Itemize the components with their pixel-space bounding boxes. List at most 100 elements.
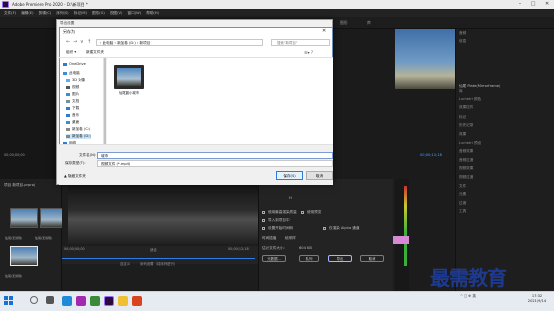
- export-range-bar[interactable]: [62, 258, 255, 259]
- checkbox[interactable]: [262, 219, 265, 222]
- video-icon: [66, 86, 70, 89]
- right-panel-item[interactable]: 库: [459, 89, 463, 94]
- queue-button[interactable]: 队列: [299, 255, 319, 262]
- windows-start-icon[interactable]: [4, 296, 13, 305]
- menu-window[interactable]: 窗口(W): [128, 9, 142, 17]
- close-icon[interactable]: ✕: [322, 28, 326, 34]
- tl-start-timecode: 00;00;00;00: [64, 247, 85, 251]
- right-panel-item[interactable]: 过渡: [459, 201, 466, 206]
- right-panel-item[interactable]: 效果: [459, 132, 466, 137]
- right-panel-item[interactable]: 文件: [459, 184, 466, 189]
- menu-clip[interactable]: 剪辑(C): [39, 9, 52, 17]
- task-view-icon[interactable]: [46, 296, 54, 304]
- sidebar-item-onedrive[interactable]: OneDrive: [63, 62, 86, 66]
- filename-input[interactable]: 城市: [97, 152, 333, 159]
- right-panel: 仙尾 Plate(Mirrorframe) 音频 信息库 Lumetri 颜色 效果控…: [455, 29, 554, 291]
- folder-icon[interactable]: [118, 296, 128, 306]
- sidebar-item-3d[interactable]: 3D 对象: [66, 78, 85, 83]
- edge-icon[interactable]: [62, 296, 72, 306]
- project-thumbnail-selected[interactable]: [10, 246, 38, 266]
- right-panel-item[interactable]: 标记: [459, 115, 466, 120]
- system-tray[interactable]: ^ ◻ ⊕ 英: [460, 294, 476, 299]
- save-button[interactable]: 保存(S): [276, 171, 303, 180]
- right-panel-item[interactable]: Lumetri 预设: [459, 141, 481, 146]
- menu-edit[interactable]: 编辑(E): [21, 9, 33, 17]
- tl-fit-select[interactable]: 适合: [150, 247, 157, 252]
- clock[interactable]: 17:32 2021/9/14: [520, 294, 554, 304]
- metadata-button[interactable]: 元数据...: [262, 255, 286, 262]
- right-panel-item[interactable]: 效果控件: [459, 105, 473, 110]
- format-label: H: [289, 196, 292, 200]
- checkbox[interactable]: [323, 227, 326, 230]
- export-button[interactable]: 导出: [328, 255, 352, 262]
- cancel-export-button[interactable]: 取消: [360, 255, 384, 262]
- sidebar-item-label: 新加卷 (C:): [72, 127, 91, 131]
- right-panel-item[interactable]: 音频过渡: [459, 158, 473, 163]
- sidebar-item-videos[interactable]: 视频: [66, 85, 79, 90]
- organize-button[interactable]: 组织 ▾: [66, 50, 76, 55]
- app-icon[interactable]: [76, 296, 86, 306]
- close-icon[interactable]: ✕: [545, 0, 549, 9]
- source-range-select[interactable]: 序列设置（将序列进行）: [140, 261, 177, 266]
- app-icon[interactable]: [132, 296, 142, 306]
- app-icon[interactable]: [90, 296, 100, 306]
- right-panel-item[interactable]: 音频效果: [459, 149, 473, 154]
- sidebar-item-desktop[interactable]: 桌面: [66, 120, 79, 125]
- program-preview-image: [395, 29, 455, 89]
- menu-help[interactable]: 帮助(H): [146, 9, 159, 17]
- computer-icon: [63, 72, 67, 75]
- menu-sequence[interactable]: 序列(S): [56, 9, 68, 17]
- search-icon[interactable]: [30, 296, 38, 304]
- sidebar-item-downloads[interactable]: 下载: [66, 106, 79, 111]
- hide-folders-toggle[interactable]: ▲ 隐藏文件夹: [64, 174, 86, 179]
- sidebar-scrollbar-thumb[interactable]: [104, 58, 106, 146]
- address-bar[interactable]: › 此电脑 › 新加卷 (D:) › 新项目: [96, 39, 263, 46]
- sidebar-item-documents[interactable]: 文档: [66, 99, 79, 104]
- right-panel-item[interactable]: 音频: [459, 31, 466, 36]
- menu-graphics[interactable]: 图形(G): [92, 9, 105, 17]
- use-preview-label: 使用预览: [307, 210, 322, 214]
- up-arrow-icon[interactable]: ↑: [87, 39, 91, 45]
- premiere-taskbar-icon[interactable]: [104, 296, 114, 306]
- sidebar-item-pictures[interactable]: 图片: [66, 92, 79, 97]
- maximize-icon[interactable]: □: [531, 0, 536, 9]
- sidebar-item-music[interactable]: 音乐: [66, 113, 79, 118]
- right-panel-item[interactable]: 元素: [459, 192, 466, 197]
- back-arrow-icon[interactable]: ←: [66, 39, 70, 45]
- menu-view[interactable]: 视图(V): [110, 9, 122, 17]
- size-value: 604 KB: [299, 246, 312, 250]
- new-folder-button[interactable]: 新建文件夹: [86, 50, 104, 55]
- interp-value[interactable]: 帧采样: [285, 236, 296, 241]
- workspace-tab[interactable]: 库: [367, 20, 371, 26]
- program-monitor: [395, 29, 455, 89]
- timecode-label: 设置开始时间码: [268, 226, 294, 230]
- menu-marker[interactable]: 标记(M): [74, 9, 87, 17]
- workspace-tab[interactable]: 图形: [340, 20, 348, 26]
- menu-file[interactable]: 文件(F): [4, 9, 16, 17]
- video-file-icon[interactable]: [114, 65, 144, 89]
- minimize-icon[interactable]: –: [519, 0, 522, 9]
- checkbox[interactable]: [301, 211, 304, 214]
- right-panel-item[interactable]: Lumetri 颜色: [459, 97, 481, 102]
- project-thumbnail[interactable]: [10, 208, 38, 228]
- forward-arrow-icon[interactable]: →: [73, 39, 77, 45]
- cancel-button[interactable]: 取消: [306, 171, 333, 180]
- right-panel-item[interactable]: 工具: [459, 209, 466, 214]
- sidebar-item-this-pc[interactable]: 此电脑: [63, 71, 80, 76]
- right-panel-item[interactable]: 视频效果: [459, 166, 473, 171]
- sidebar-item-drive-d[interactable]: 新加卷 (D:): [66, 134, 91, 139]
- checkbox[interactable]: [262, 227, 265, 230]
- thumbnail-label: 仙尾(无剪辑): [35, 236, 53, 240]
- filetype-select[interactable]: 视频文件 (*.mp4): [97, 160, 333, 167]
- checkbox[interactable]: [262, 211, 265, 214]
- view-options-icon[interactable]: ☰▾ ?: [304, 50, 313, 55]
- recent-chevron-icon[interactable]: ∨: [80, 39, 84, 45]
- right-panel-item[interactable]: 视频过渡: [459, 175, 473, 180]
- search-input[interactable]: 搜索“新项目”: [271, 39, 330, 46]
- cloud-icon: [63, 62, 67, 66]
- file-name-label[interactable]: 仙尾晨小城市: [111, 90, 147, 95]
- sidebar-item-drive-c[interactable]: 新加卷 (C:): [66, 127, 90, 132]
- right-panel-item[interactable]: 历史记录: [459, 123, 473, 128]
- interp-label: 时间插值: [262, 236, 277, 240]
- right-panel-item[interactable]: 信息: [459, 39, 466, 44]
